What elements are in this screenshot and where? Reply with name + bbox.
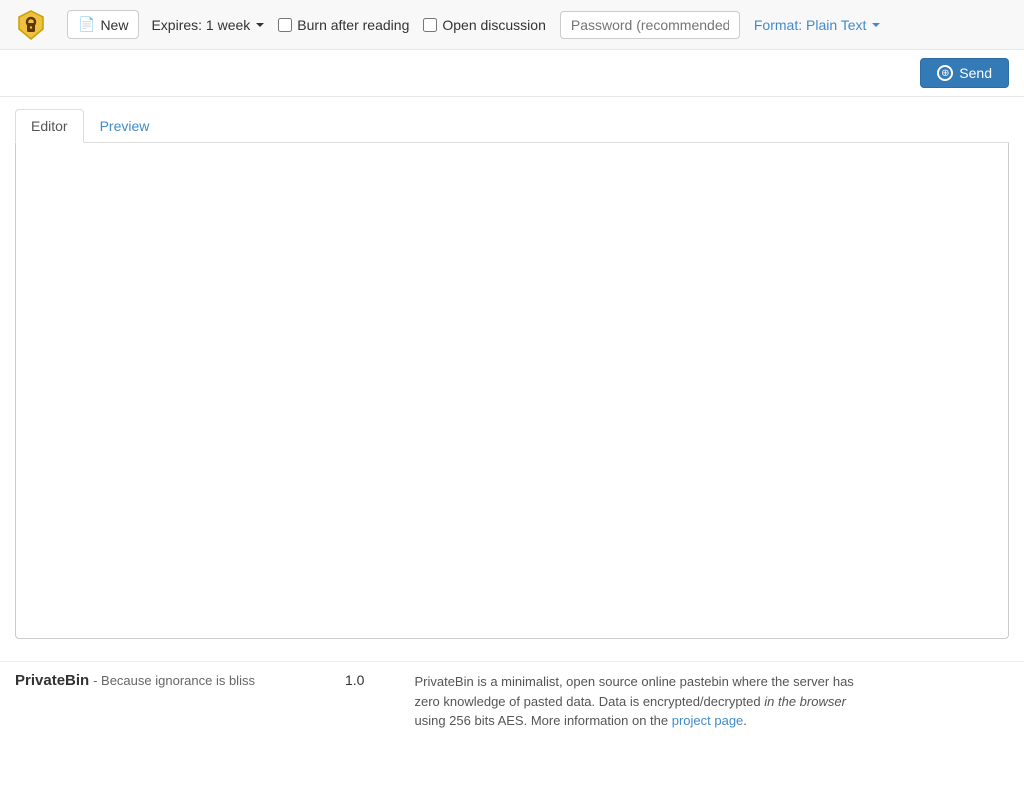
tab-editor[interactable]: Editor — [15, 109, 84, 143]
footer-version: 1.0 — [315, 672, 394, 688]
format-label: Format: Plain Text — [754, 17, 867, 33]
burn-after-reading-label[interactable]: Burn after reading — [278, 17, 409, 33]
tab-item-preview: Preview — [84, 109, 166, 143]
expires-label: Expires: 1 week — [151, 17, 250, 33]
footer-project-link[interactable]: project page — [672, 713, 744, 728]
tab-preview-label: Preview — [100, 118, 150, 134]
footer-description: PrivateBin is a minimalist, open source … — [414, 672, 874, 731]
footer: PrivateBin - Because ignorance is bliss … — [0, 661, 1024, 741]
tabs: Editor Preview — [15, 109, 1009, 143]
expires-caret-icon — [256, 23, 264, 27]
footer-tagline: - Because ignorance is bliss — [93, 673, 255, 688]
send-icon: ⊕ — [937, 65, 953, 81]
tab-item-editor: Editor — [15, 109, 84, 143]
open-discussion-label[interactable]: Open discussion — [423, 17, 546, 33]
editor-textarea[interactable] — [15, 143, 1009, 639]
footer-desc-text2: using 256 bits AES. More information on … — [414, 713, 671, 728]
open-discussion-checkbox[interactable] — [423, 18, 437, 32]
footer-desc-em: in the browser — [764, 694, 846, 709]
footer-desc-end: . — [743, 713, 747, 728]
password-input[interactable] — [560, 11, 740, 39]
format-caret-icon — [872, 23, 880, 27]
burn-after-reading-checkbox[interactable] — [278, 18, 292, 32]
new-doc-icon: 📄 — [78, 16, 95, 33]
tabs-container: Editor Preview — [0, 97, 1024, 143]
brand-logo — [15, 9, 47, 41]
navbar: 📄 New Expires: 1 week Burn after reading… — [0, 0, 1024, 50]
tab-preview[interactable]: Preview — [84, 109, 166, 143]
send-row: ⊕ Send — [0, 50, 1024, 97]
tab-editor-label: Editor — [31, 118, 68, 134]
format-dropdown[interactable]: Format: Plain Text — [754, 12, 881, 38]
editor-container — [0, 143, 1024, 657]
footer-brand: PrivateBin - Because ignorance is bliss — [15, 672, 295, 689]
logo-icon — [15, 9, 47, 41]
open-discussion-text: Open discussion — [442, 17, 546, 33]
new-button-label: New — [100, 17, 128, 33]
send-button[interactable]: ⊕ Send — [920, 58, 1009, 88]
send-button-label: Send — [959, 65, 992, 81]
expires-dropdown[interactable]: Expires: 1 week — [151, 12, 264, 38]
burn-after-reading-text: Burn after reading — [297, 17, 409, 33]
new-button[interactable]: 📄 New — [67, 10, 139, 39]
navbar-controls: Expires: 1 week Burn after reading Open … — [151, 11, 997, 39]
footer-brand-name: PrivateBin — [15, 672, 89, 689]
